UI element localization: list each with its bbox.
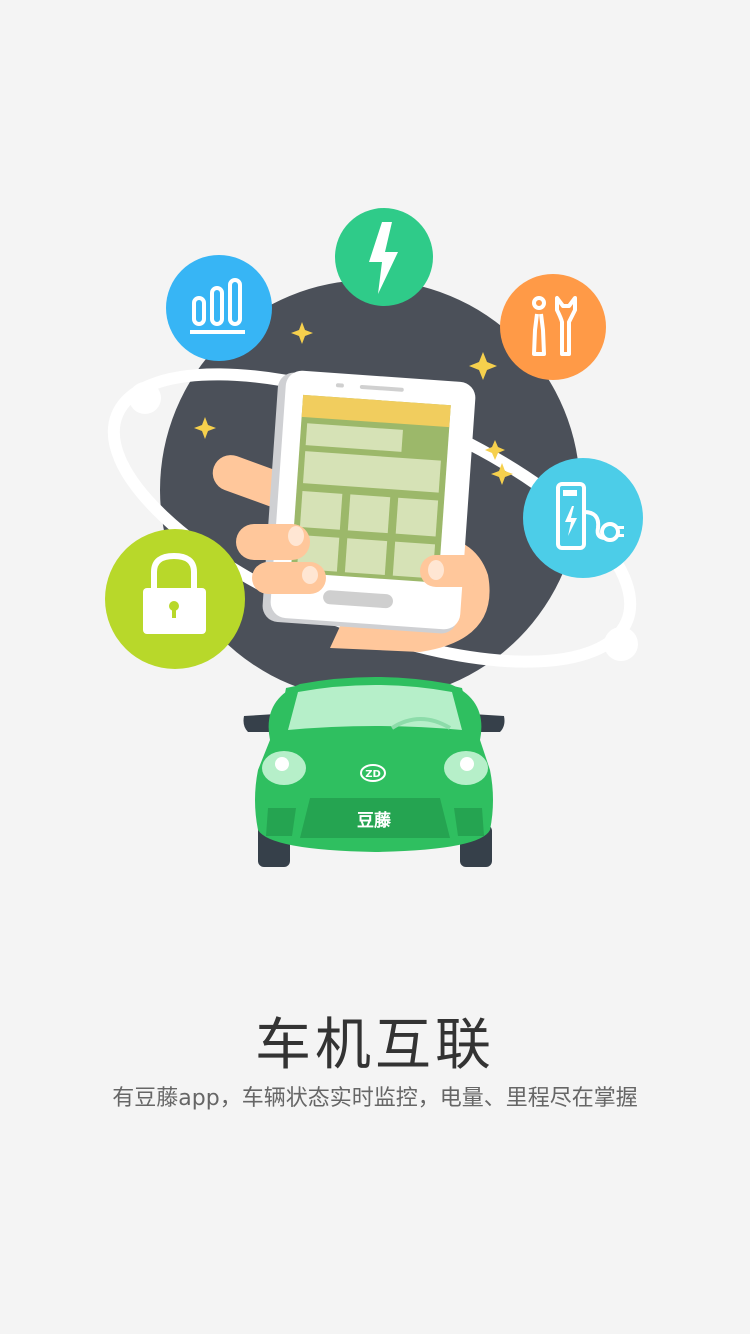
charging-pile-icon [523,458,643,578]
phone [262,370,476,634]
onboarding-subtitle: 有豆藤app，车辆状态实时监控，电量、里程尽在掌握 [112,1086,638,1111]
car: ZD 豆藤 [243,677,505,867]
orbit-dot-left [129,382,161,414]
lock-icon [105,529,245,669]
bar-chart-icon [166,255,272,361]
onboarding-illustration: ZD 豆藤 [105,208,643,867]
lightning-icon [335,208,433,306]
onboarding-title: 车机互联 [255,1013,495,1078]
orbit-dot-right [604,627,638,661]
car-logo: ZD [365,769,381,780]
tools-icon [500,274,606,380]
license-plate-text: 豆藤 [357,811,392,831]
